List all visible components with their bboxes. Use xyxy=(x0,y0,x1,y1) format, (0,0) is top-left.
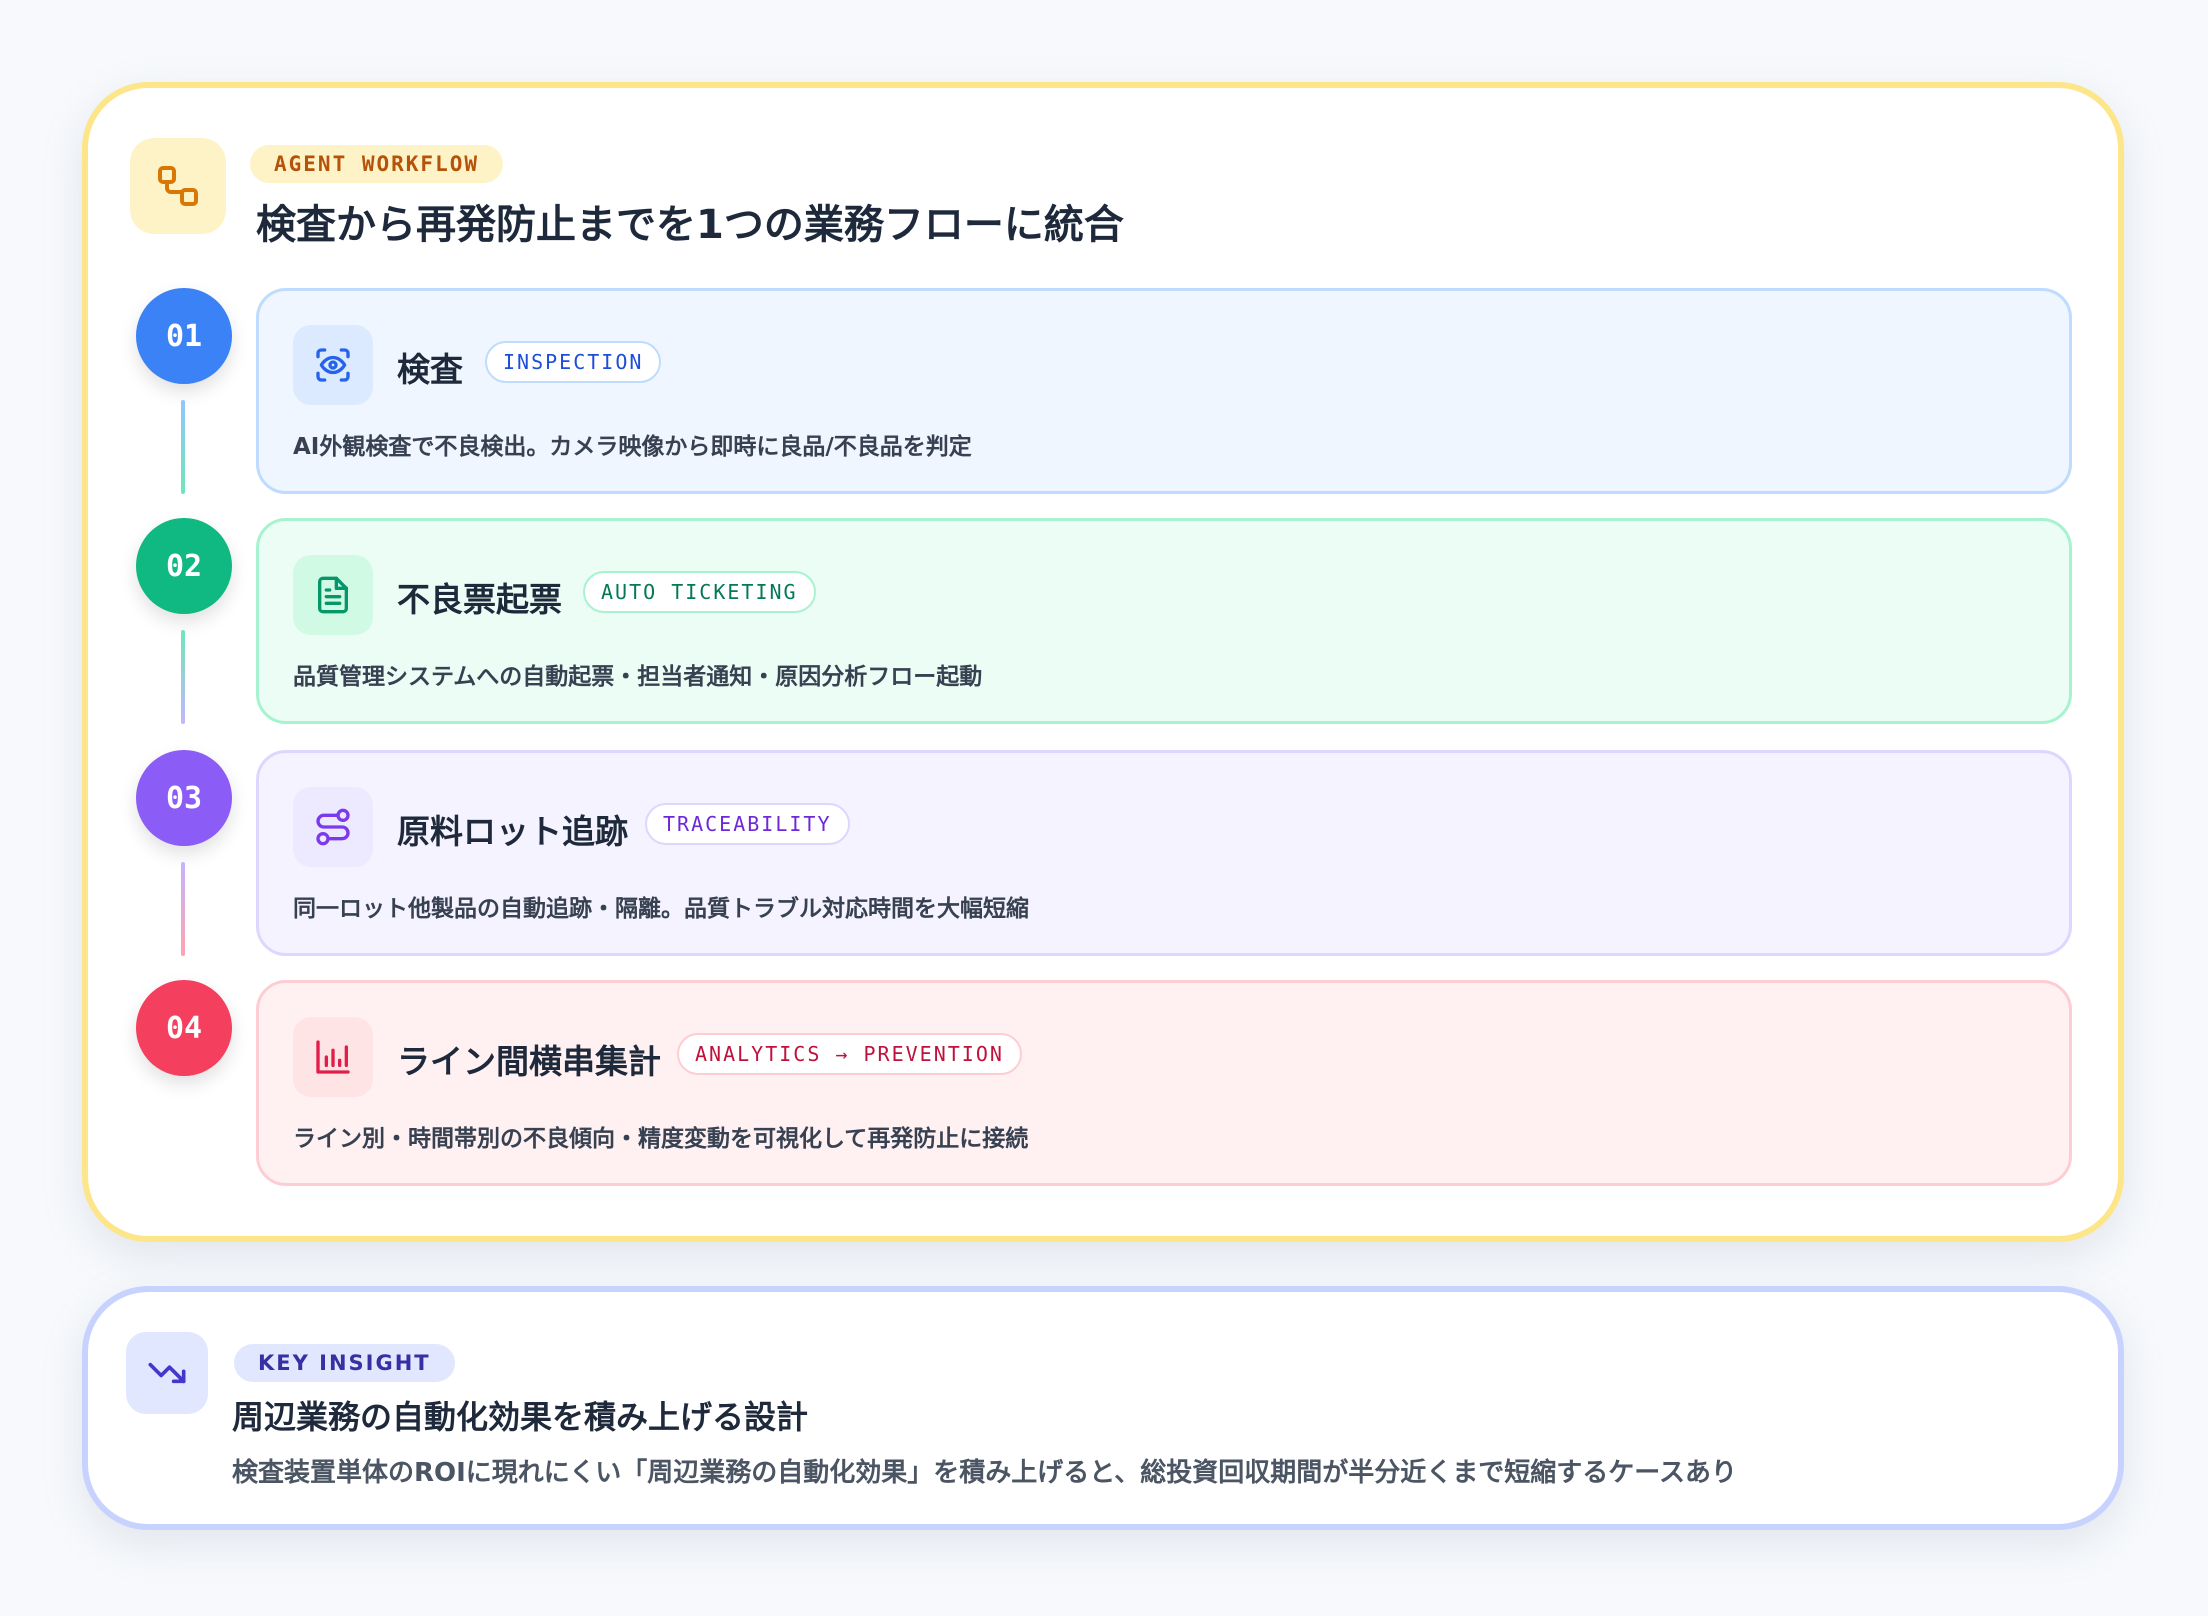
bar-chart-icon xyxy=(293,1017,373,1097)
step-description: ライン別・時間帯別の不良傾向・精度変動を可視化して再発防止に接続 xyxy=(293,1126,1029,1152)
step-description: 品質管理システムへの自動起票・担当者通知・原因分析フロー起動 xyxy=(293,664,983,690)
workflow-nodes-icon xyxy=(130,138,226,234)
route-icon xyxy=(293,787,373,867)
step-connector xyxy=(181,630,185,724)
step-connector xyxy=(181,400,185,494)
step-title: 原料ロット追跡 xyxy=(397,812,628,851)
step-card-inspection[interactable]: 検査 INSPECTION AI外観検査で不良検出。カメラ映像から即時に良品/不… xyxy=(256,288,2072,494)
step-number-badge: 01 xyxy=(136,288,232,384)
step-tag: INSPECTION xyxy=(485,341,662,383)
step-number-badge: 04 xyxy=(136,980,232,1076)
step-title: 検査 xyxy=(397,350,463,389)
step-tag: TRACEABILITY xyxy=(645,803,850,845)
step-card-traceability[interactable]: 原料ロット追跡 TRACEABILITY 同一ロット他製品の自動追跡・隔離。品質… xyxy=(256,750,2072,956)
step-title: 不良票起票 xyxy=(397,580,562,619)
workflow-eyebrow: AGENT WORKFLOW xyxy=(250,145,504,183)
step-number-badge: 03 xyxy=(136,750,232,846)
insight-description: 検査装置単体のROIに現れにくい「周辺業務の自動化効果」を積み上げると、総投資回… xyxy=(232,1458,1737,1488)
step-number-badge: 02 xyxy=(136,518,232,614)
step-card-analytics[interactable]: ライン間横串集計 ANALYTICS → PREVENTION ライン別・時間帯… xyxy=(256,980,2072,1186)
document-icon xyxy=(293,555,373,635)
step-description: 同一ロット他製品の自動追跡・隔離。品質トラブル対応時間を大幅短縮 xyxy=(293,896,1029,922)
step-title: ライン間横串集計 xyxy=(397,1042,661,1081)
step-connector xyxy=(181,862,185,956)
step-tag: ANALYTICS → PREVENTION xyxy=(677,1033,1022,1075)
insight-eyebrow: KEY INSIGHT xyxy=(234,1344,455,1382)
step-tag: AUTO TICKETING xyxy=(583,571,816,613)
eye-scan-icon xyxy=(293,325,373,405)
step-card-ticketing[interactable]: 不良票起票 AUTO TICKETING 品質管理システムへの自動起票・担当者通… xyxy=(256,518,2072,724)
step-description: AI外観検査で不良検出。カメラ映像から即時に良品/不良品を判定 xyxy=(293,434,972,460)
insight-title: 周辺業務の自動化効果を積み上げる設計 xyxy=(232,1398,809,1436)
workflow-title: 検査から再発防止までを1つの業務フローに統合 xyxy=(256,202,1124,248)
trending-down-icon xyxy=(126,1332,208,1414)
